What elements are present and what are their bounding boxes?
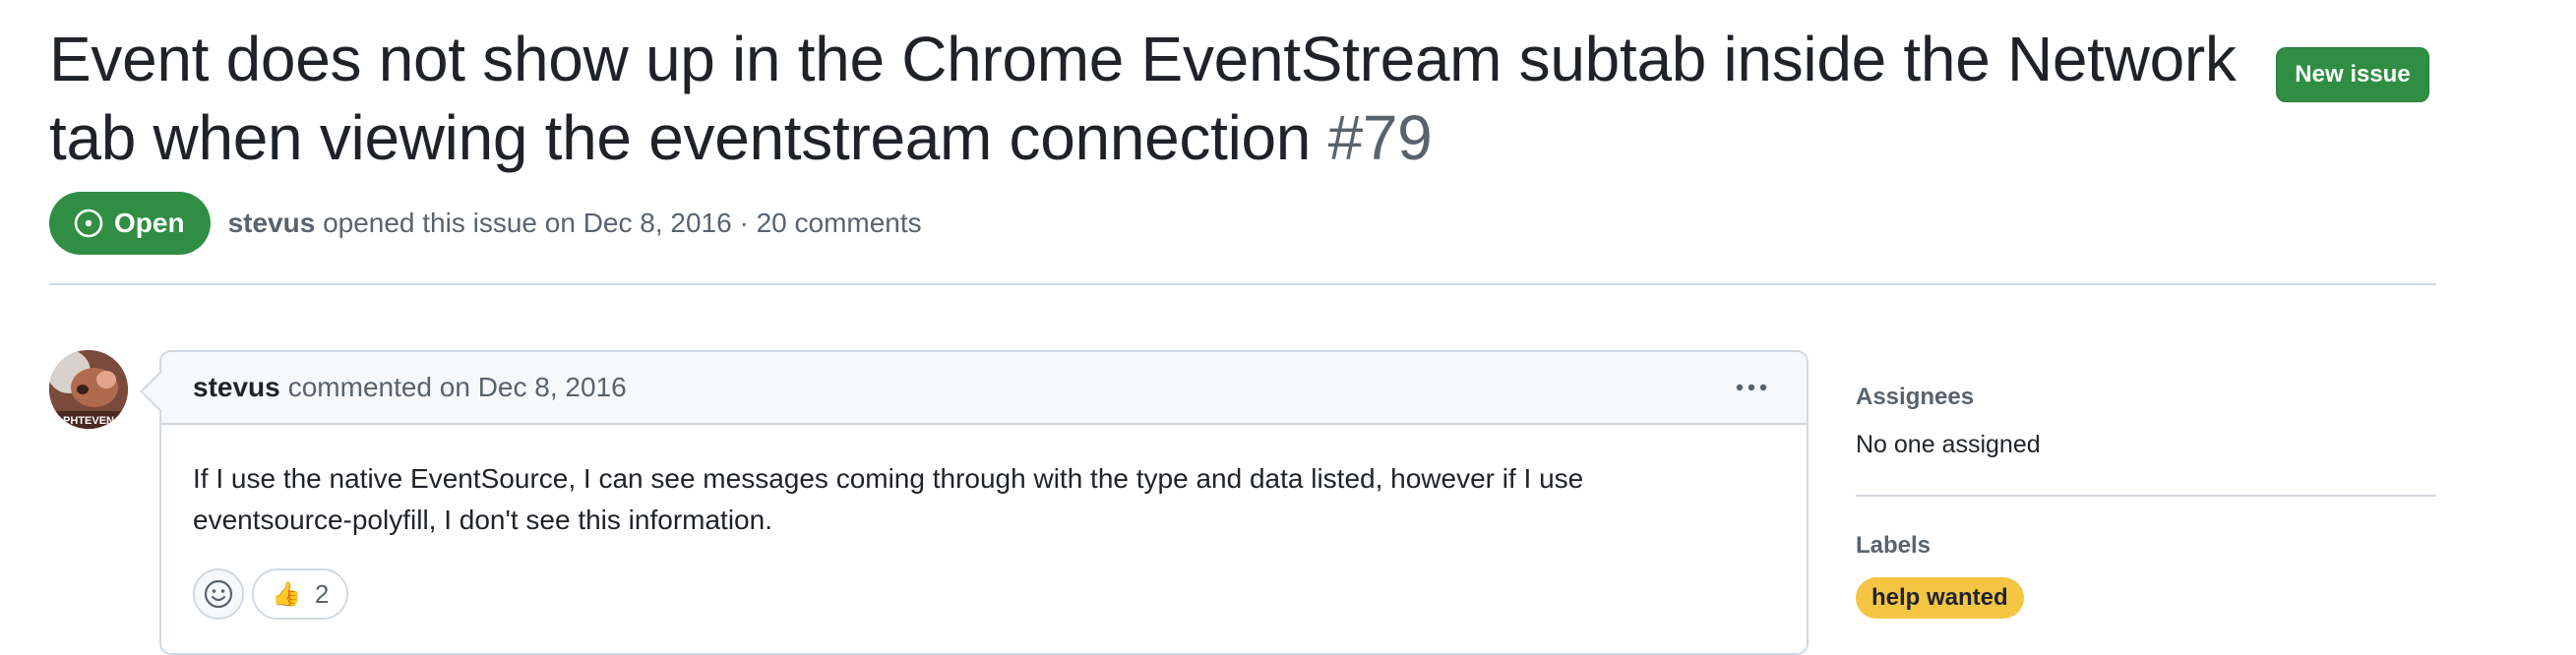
smiley-icon: [204, 579, 233, 609]
issue-opened-text: opened this issue on Dec 8, 2016 · 20 co…: [323, 208, 922, 238]
issue-meta: Open stevus opened this issue on Dec 8, …: [49, 192, 922, 255]
issue-author-link[interactable]: stevus: [228, 208, 316, 238]
sidebar-divider: [1856, 495, 2436, 497]
comment-author-link[interactable]: stevus: [193, 372, 280, 403]
add-reaction-button[interactable]: [193, 568, 244, 620]
status-label: Open: [114, 208, 185, 238]
kebab-menu-icon[interactable]: [1732, 376, 1771, 399]
thumbs-up-icon: 👍: [272, 580, 301, 608]
assignees-heading[interactable]: Assignees: [1856, 384, 2436, 411]
issue-opened-icon: [74, 208, 103, 238]
comment-timestamp[interactable]: commented on Dec 8, 2016: [288, 372, 627, 403]
issue-number: #79: [1327, 102, 1433, 173]
issue-meta-text: stevus opened this issue on Dec 8, 2016 …: [228, 208, 922, 239]
assignees-value: No one assigned: [1856, 431, 2041, 458]
issue-title-text: Event does not show up in the Chrome Eve…: [49, 24, 2237, 173]
avatar[interactable]: PHTEVEN: [49, 350, 128, 429]
reaction-thumbs-up[interactable]: 👍 2: [252, 568, 349, 620]
reaction-count: 2: [314, 578, 330, 609]
comment-header: stevus commented on Dec 8, 2016: [161, 352, 1807, 425]
reactions-bar: 👍 2: [193, 568, 349, 620]
status-badge: Open: [49, 192, 211, 255]
new-issue-button[interactable]: New issue: [2276, 47, 2429, 102]
issue-title: Event does not show up in the Chrome Eve…: [49, 20, 2293, 177]
issue-header: Event does not show up in the Chrome Eve…: [49, 20, 2450, 177]
label-help-wanted[interactable]: help wanted: [1856, 577, 2024, 619]
comment-body: If I use the native EventSource, I can s…: [193, 463, 1584, 535]
labels-section: Labels help wanted: [1856, 532, 2436, 619]
avatar-image: PHTEVEN: [49, 350, 128, 429]
header-divider: [49, 283, 2436, 285]
issue-sidebar: Assignees No one assigned Labels help wa…: [1856, 384, 2436, 619]
comment-card: stevus commented on Dec 8, 2016 If I use…: [159, 350, 1809, 655]
labels-heading[interactable]: Labels: [1856, 532, 2436, 560]
avatar-caption: PHTEVEN: [63, 415, 114, 427]
